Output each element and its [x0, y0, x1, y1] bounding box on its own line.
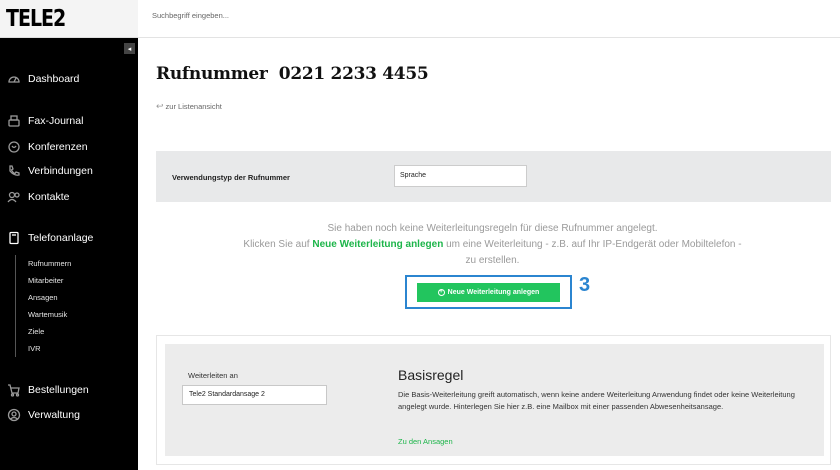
announcements-link[interactable]: Zu den Ansagen: [398, 437, 453, 446]
sidebar-item-kontakte[interactable]: Kontakte: [0, 190, 138, 204]
base-rule-description: Die Basis-Weiterleitung greift automatis…: [398, 390, 795, 411]
sidebar-item-label: Dashboard: [28, 73, 80, 85]
forward-to-field[interactable]: Tele2 Standardansage 2: [182, 385, 327, 405]
tele2-logo[interactable]: TELE2: [6, 5, 66, 31]
subnav-item-ziele[interactable]: Ziele: [28, 323, 71, 340]
sidebar-item-label: Fax-Journal: [28, 115, 84, 127]
sidebar-item-label: Verbindungen: [28, 165, 93, 177]
phone-icon: [7, 164, 21, 178]
back-to-list-link[interactable]: ↩ zur Listenansicht: [156, 101, 222, 112]
sidebar-item-dashboard[interactable]: Dashboard: [0, 72, 138, 86]
telefonanlage-subnav: Rufnummern Mitarbeiter Ansagen Wartemusi…: [15, 255, 71, 357]
forward-to-label: Weiterleiten an: [188, 371, 238, 380]
info-line-1: Sie haben noch keine Weiterleitungsregel…: [327, 223, 658, 234]
base-rule-card: Weiterleiten an Tele2 Standardansage 2 B…: [156, 335, 831, 465]
info-highlight: Neue Weiterleitung anlegen: [312, 239, 444, 250]
base-rule-title: Basisregel: [398, 367, 464, 383]
sidebar-item-fax-journal[interactable]: Fax-Journal: [0, 114, 138, 128]
subnav-item-mitarbeiter[interactable]: Mitarbeiter: [28, 272, 71, 289]
logo-area: TELE2: [0, 0, 138, 38]
search-input[interactable]: [152, 11, 452, 20]
dashboard-icon: [7, 72, 21, 86]
step-number-badge: 3: [579, 274, 591, 296]
sidebar-item-label: Bestellungen: [28, 384, 89, 396]
cart-icon: [7, 383, 21, 397]
sidebar-item-label: Konferenzen: [28, 141, 88, 153]
usage-type-field[interactable]: Sprache: [394, 165, 527, 187]
sidebar: TELE2 ◂ Dashboard Fax-Journal Konferenze…: [0, 0, 138, 470]
highlight-frame: + Neue Weiterleitung anlegen: [405, 275, 572, 309]
sidebar-item-verwaltung[interactable]: Verwaltung: [0, 408, 138, 422]
fax-icon: [7, 114, 21, 128]
subnav-item-rufnummern[interactable]: Rufnummern: [28, 255, 71, 272]
usage-type-panel: Verwendungstyp der Rufnummer Sprache: [156, 151, 831, 202]
phone-system-icon: [7, 231, 21, 245]
admin-icon: [7, 408, 21, 422]
back-arrow-icon: ↩: [156, 101, 164, 111]
back-link-label: zur Listenansicht: [165, 102, 222, 111]
top-bar: [138, 0, 840, 38]
subnav-item-wartemusik[interactable]: Wartemusik: [28, 306, 71, 323]
sidebar-item-bestellungen[interactable]: Bestellungen: [0, 383, 138, 397]
collapse-sidebar-button[interactable]: ◂: [124, 43, 135, 54]
contacts-icon: [7, 190, 21, 204]
info-text: um eine Weiterleitung - z.B. auf Ihr IP-…: [443, 239, 742, 266]
sidebar-item-label: Kontakte: [28, 191, 70, 203]
sidebar-item-konferenzen[interactable]: Konferenzen: [0, 140, 138, 154]
page-title: Rufnummer 0221 2233 4455: [156, 64, 429, 84]
sidebar-item-label: Verwaltung: [28, 409, 80, 421]
subnav-item-ivr[interactable]: IVR: [28, 340, 71, 357]
info-text: Klicken Sie auf: [243, 239, 313, 250]
conference-icon: [7, 140, 21, 154]
usage-type-label: Verwendungstyp der Rufnummer: [172, 173, 290, 182]
subnav-item-ansagen[interactable]: Ansagen: [28, 289, 71, 306]
new-forwarding-button[interactable]: + Neue Weiterleitung anlegen: [417, 283, 560, 302]
add-circle-icon: +: [437, 289, 445, 296]
no-rules-info: Sie haben noch keine Weiterleitungsregel…: [240, 221, 745, 269]
sidebar-item-telefonanlage[interactable]: Telefonanlage: [0, 231, 138, 245]
sidebar-item-verbindungen[interactable]: Verbindungen: [0, 164, 138, 178]
info-line-2: Klicken Sie auf Neue Weiterleitung anleg…: [240, 237, 745, 269]
new-forwarding-button-label: Neue Weiterleitung anlegen: [447, 289, 540, 296]
sidebar-item-label: Telefonanlage: [28, 232, 94, 244]
base-rule-panel: Weiterleiten an Tele2 Standardansage 2 B…: [165, 344, 824, 456]
